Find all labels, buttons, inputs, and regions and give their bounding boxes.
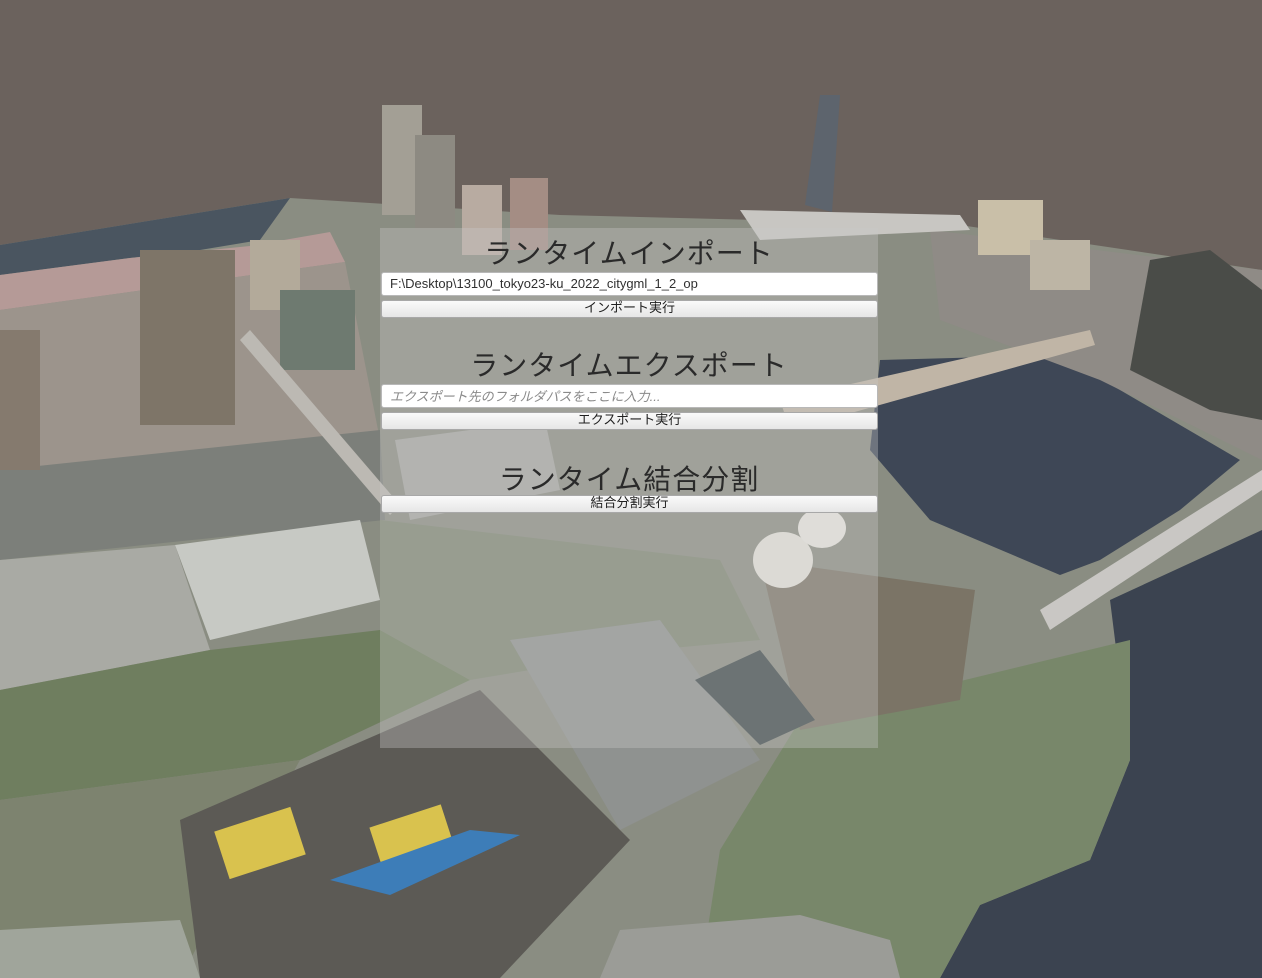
building-left-edge bbox=[0, 330, 40, 470]
export-path-field[interactable] bbox=[381, 384, 878, 408]
import-execute-button[interactable]: インポート実行 bbox=[381, 300, 878, 318]
import-path-field[interactable]: F:\Desktop\13100_tokyo23-ku_2022_citygml… bbox=[381, 272, 878, 296]
spire-tower bbox=[805, 95, 840, 212]
tower-left-1 bbox=[140, 250, 235, 425]
tower-top-2 bbox=[415, 135, 455, 230]
terrain-edge bbox=[0, 920, 200, 978]
unity-game-viewport[interactable]: ランタイムインポート F:\Desktop\13100_tokyo23-ku_2… bbox=[0, 0, 1262, 978]
import-section-title: ランタイムインポート bbox=[484, 237, 774, 270]
export-section-title: ランタイムエクスポート bbox=[470, 349, 788, 382]
building-right-2 bbox=[1030, 240, 1090, 290]
tower-left-3 bbox=[280, 290, 355, 370]
granularity-execute-button[interactable]: 結合分割実行 bbox=[381, 495, 878, 513]
export-execute-button[interactable]: エクスポート実行 bbox=[381, 412, 878, 430]
granularity-section-title: ランタイム結合分割 bbox=[498, 463, 760, 496]
